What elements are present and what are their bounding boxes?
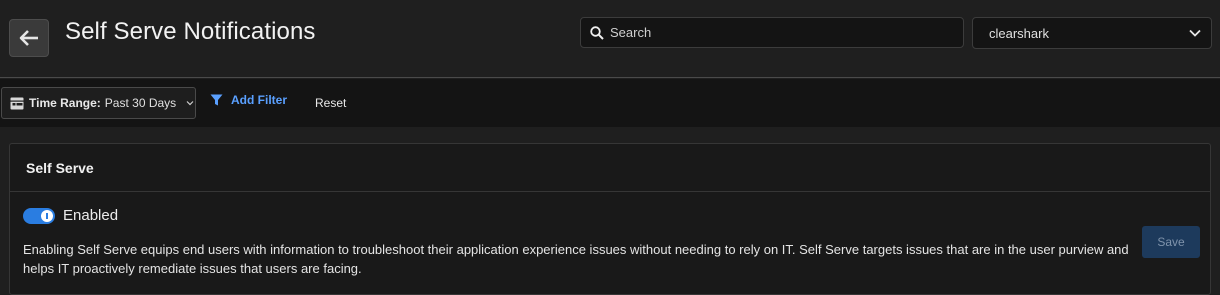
search-icon — [590, 25, 604, 40]
enabled-toggle[interactable] — [23, 207, 55, 224]
organization-select-value: clearshark — [989, 25, 1049, 41]
time-range-value: Past 30 Days — [104, 96, 177, 110]
organization-select[interactable]: clearshark — [972, 17, 1212, 49]
reset-button[interactable]: Reset — [315, 96, 346, 110]
time-range-dropdown[interactable]: Time Range: Past 30 Days — [1, 87, 196, 119]
toggle-knob — [41, 209, 53, 222]
search-box[interactable] — [580, 17, 964, 48]
add-filter-button[interactable]: Add Filter — [210, 92, 287, 108]
add-filter-label: Add Filter — [231, 93, 287, 107]
chevron-down-icon — [1189, 29, 1201, 37]
search-input[interactable] — [610, 25, 940, 40]
filter-bar: Time Range: Past 30 Days Add Filter Rese… — [0, 79, 1220, 127]
enabled-toggle-row: Enabled — [23, 207, 118, 224]
page-header: Self Serve Notifications clearshark — [0, 0, 1220, 78]
filter-icon — [210, 94, 223, 106]
calendar-icon — [10, 97, 24, 110]
back-button[interactable] — [9, 19, 49, 57]
time-range-label: Time Range: — [29, 96, 101, 110]
panel-title: Self Serve — [10, 144, 1210, 192]
page-title: Self Serve Notifications — [65, 18, 316, 45]
toggle-label: Enabled — [63, 207, 119, 224]
back-arrow-icon — [19, 30, 38, 46]
chevron-down-icon — [186, 101, 194, 106]
self-serve-panel: Self Serve Enabled Enabling Self Serve e… — [9, 143, 1211, 295]
panel-description: Enabling Self Serve equips end users wit… — [23, 242, 1129, 276]
save-button[interactable]: Save — [1142, 226, 1200, 258]
